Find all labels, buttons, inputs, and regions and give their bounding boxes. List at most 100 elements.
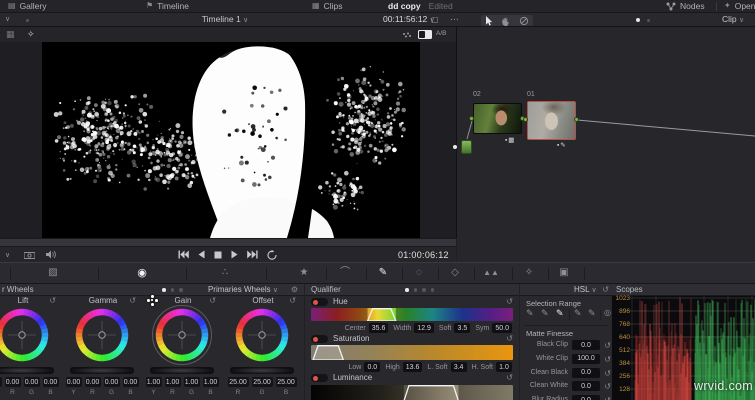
picker-icon[interactable]: ✎: [526, 308, 534, 319]
wheel-value[interactable]: 1.00: [183, 377, 200, 387]
master-wheel-slider[interactable]: [150, 367, 214, 374]
matte-value[interactable]: 0.0: [572, 381, 600, 392]
node-01-thumbnail[interactable]: [527, 101, 576, 140]
play-reverse-button[interactable]: [198, 250, 205, 259]
matte-reset-icon[interactable]: ↺: [604, 341, 611, 350]
stop-button[interactable]: [214, 251, 222, 259]
matte-reset-icon[interactable]: ↺: [604, 355, 611, 364]
wheel-value[interactable]: 0.00: [65, 377, 82, 387]
hand-tool-icon[interactable]: [501, 16, 510, 26]
key-icon[interactable]: ✧: [521, 263, 537, 283]
node-page-dot[interactable]: [647, 18, 650, 22]
matte-value[interactable]: 0.0: [572, 367, 600, 378]
highlight-wand-icon[interactable]: ✧: [27, 27, 35, 41]
wheel-value[interactable]: 1.00: [164, 377, 181, 387]
qualifier-icon[interactable]: ✎: [375, 263, 391, 283]
qualifier-value[interactable]: 35.6: [368, 323, 389, 333]
selection-reset-icon[interactable]: ↺: [602, 284, 609, 295]
timeline-selector[interactable]: Timeline 1 ∨: [175, 13, 275, 27]
master-wheel-slider[interactable]: [70, 367, 134, 374]
qualifier-value[interactable]: 1.0: [496, 362, 512, 372]
pointer-tool-icon[interactable]: [485, 15, 493, 26]
matte-reset-icon[interactable]: ↺: [604, 396, 611, 400]
color-wheel-control[interactable]: [0, 307, 50, 363]
master-wheel-slider[interactable]: [0, 367, 54, 374]
clip-mode-selector[interactable]: Clip ∨: [722, 13, 744, 27]
wheel-reset-icon[interactable]: ↺: [209, 296, 216, 306]
color-match-icon[interactable]: ∴: [217, 263, 233, 283]
wheel-value[interactable]: 0.00: [23, 377, 40, 387]
wheel-value[interactable]: 0.00: [103, 377, 120, 387]
color-wheel-control[interactable]: [234, 307, 290, 363]
wheel-value[interactable]: 25.00: [275, 377, 297, 387]
node-page-dot-active[interactable]: [636, 18, 640, 22]
picker-subtract-icon[interactable]: ✎: [556, 308, 564, 319]
wheel-value[interactable]: 0.00: [0, 377, 2, 387]
wheels-page-dots[interactable]: [162, 288, 183, 292]
zoom-dots-icon[interactable]: [402, 32, 412, 39]
hue-range-bar[interactable]: [311, 308, 513, 321]
softness-subtract-icon[interactable]: ✎: [588, 308, 596, 319]
saturation-reset-icon[interactable]: ↺: [506, 334, 513, 343]
still-grab-icon[interactable]: [24, 251, 35, 259]
go-to-end-button[interactable]: [247, 250, 258, 259]
openfx-button[interactable]: ✦ OpenFX: [724, 0, 755, 12]
qualifier-value[interactable]: 13.6: [402, 362, 423, 372]
play-button[interactable]: [231, 250, 238, 259]
picker-add-icon[interactable]: ✎: [541, 308, 549, 319]
tracker-icon[interactable]: ◇: [447, 263, 463, 283]
viewer-scrub-bar[interactable]: [0, 238, 456, 247]
qualifier-value[interactable]: 3.5: [454, 323, 471, 333]
color-wheel-control[interactable]: [74, 307, 130, 363]
wheel-value[interactable]: 1.00: [202, 377, 219, 387]
blur-icon[interactable]: ▲▲: [483, 263, 499, 283]
luminance-enable-toggle[interactable]: [311, 374, 328, 382]
wheels-settings-icon[interactable]: ⚙: [291, 284, 298, 295]
source-input-node[interactable]: [461, 140, 472, 154]
effects-star-icon[interactable]: ★: [296, 263, 312, 283]
node-02-input-dot[interactable]: [469, 116, 474, 121]
wheel-value[interactable]: 25.00: [251, 377, 273, 387]
qualifier-value[interactable]: 12.9: [414, 323, 434, 333]
go-to-start-button[interactable]: [178, 250, 189, 259]
viewer-options-icon[interactable]: ⋯: [450, 13, 459, 26]
timeline-button[interactable]: ⚑ Timeline: [146, 0, 189, 12]
power-window-icon[interactable]: ◌: [411, 263, 427, 283]
curves-icon[interactable]: ⌒: [337, 263, 353, 283]
softness-add-icon[interactable]: ✎: [574, 308, 582, 319]
audio-mute-icon[interactable]: [46, 250, 57, 259]
qualifier-value[interactable]: 0.0: [364, 362, 381, 372]
record-timecode[interactable]: 00:11:56:12 ∨: [383, 13, 435, 27]
qualifier-value[interactable]: 50.0: [492, 323, 512, 333]
expand-viewer-icon[interactable]: ▢: [431, 13, 439, 26]
wheel-value[interactable]: 1.00: [145, 377, 162, 387]
wheel-value[interactable]: 0.00: [84, 377, 101, 387]
wheel-value[interactable]: 0.00: [122, 377, 139, 387]
wheel-value[interactable]: 0.00: [4, 377, 21, 387]
qualifier-page-dots[interactable]: [405, 288, 434, 292]
lightbox-grid-icon[interactable]: ▦: [6, 27, 15, 41]
node-01-input-dot[interactable]: [523, 117, 528, 122]
wheels-mode-selector[interactable]: Primaries Wheels ∨: [208, 284, 278, 296]
saturation-range-bar[interactable]: [311, 345, 513, 360]
ab-compare-toggle[interactable]: A/B: [436, 27, 446, 41]
luminance-reset-icon[interactable]: ↺: [506, 373, 513, 382]
disable-tool-icon[interactable]: [519, 16, 529, 26]
color-wheel-control[interactable]: [152, 305, 212, 365]
transport-options-chevron[interactable]: ∨: [5, 251, 10, 259]
camera-raw-icon[interactable]: ▨: [45, 263, 61, 283]
luminance-range-bar[interactable]: [311, 385, 513, 400]
matte-reset-icon[interactable]: ↺: [604, 369, 611, 378]
node-01-output-dot[interactable]: [574, 117, 579, 122]
matte-value[interactable]: 0.0: [572, 395, 600, 400]
nodes-button[interactable]: Nodes: [666, 0, 705, 12]
invert-selection-icon[interactable]: ◎: [604, 308, 611, 317]
viewer-collapse-chevron[interactable]: ∨: [5, 13, 10, 26]
qualifier-value[interactable]: 3.4: [450, 362, 467, 372]
wheel-reset-icon[interactable]: ↺: [49, 296, 56, 306]
matte-reset-icon[interactable]: ↺: [604, 382, 611, 391]
hue-enable-toggle[interactable]: [311, 298, 328, 306]
clips-button[interactable]: ▦ Clips: [312, 0, 342, 12]
wheel-reset-icon[interactable]: ↺: [129, 296, 136, 306]
wipe-mode-icon[interactable]: [418, 30, 432, 39]
